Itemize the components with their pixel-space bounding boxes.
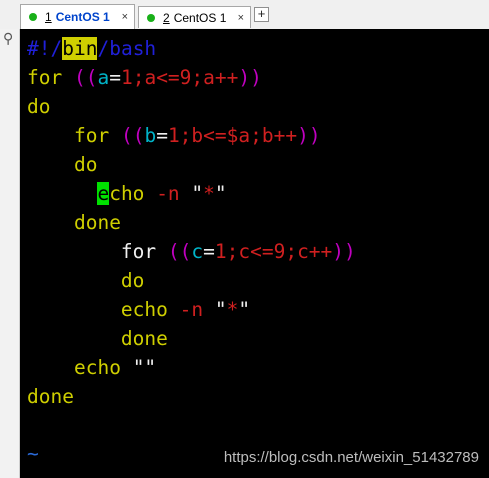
green-dot-icon bbox=[147, 13, 155, 22]
quote: " bbox=[191, 182, 204, 205]
variable: b bbox=[144, 124, 157, 147]
loop-expr: 1;a<=9;a++ bbox=[120, 66, 239, 89]
editor-line-13: done bbox=[27, 385, 74, 408]
keyword: for bbox=[73, 124, 110, 147]
editor-line-7: done bbox=[27, 208, 121, 237]
keyword: done bbox=[73, 211, 121, 234]
editor-line-5: do bbox=[27, 150, 97, 179]
string: * bbox=[226, 298, 239, 321]
command: echo bbox=[120, 298, 168, 321]
editor-line-6: echo -n "*" bbox=[27, 179, 227, 208]
editor-line-1: #!/bin/bash bbox=[27, 34, 156, 63]
operator: = bbox=[156, 124, 168, 147]
editor-line-9: do bbox=[27, 266, 144, 295]
paren-close: )) bbox=[297, 124, 321, 147]
add-tab-button[interactable]: + bbox=[254, 7, 269, 22]
side-toolbar: ⚲ bbox=[0, 29, 20, 478]
quote: " bbox=[214, 298, 227, 321]
option: -n bbox=[179, 298, 204, 321]
operator: = bbox=[203, 240, 215, 263]
search-highlight: bin bbox=[62, 37, 98, 60]
quote: " bbox=[214, 182, 227, 205]
tab-bar: 1 CentOS 1 × 2 CentOS 1 × + bbox=[0, 0, 489, 30]
paren-open: (( bbox=[120, 124, 145, 147]
loop-expr: 1;c<=9;c++ bbox=[214, 240, 333, 263]
option: -n bbox=[156, 182, 180, 205]
editor-line-3: do bbox=[27, 95, 51, 118]
string: * bbox=[203, 182, 215, 205]
keyword: done bbox=[120, 327, 168, 350]
keyword: do bbox=[120, 269, 145, 292]
variable: a bbox=[97, 66, 110, 89]
editor-line-2: for ((a=1;a<=9;a++)) bbox=[27, 63, 262, 92]
loop-expr: 1;b<=$a;b++ bbox=[167, 124, 298, 147]
command: cho bbox=[109, 182, 145, 205]
tab-centos-1[interactable]: 1 CentOS 1 × bbox=[20, 4, 135, 29]
tab-centos-2[interactable]: 2 CentOS 1 × bbox=[138, 6, 251, 28]
tab-number: 2 bbox=[163, 10, 170, 25]
paren-close: )) bbox=[332, 240, 356, 263]
paren-open: (( bbox=[73, 66, 98, 89]
editor-line-12: echo "" bbox=[27, 353, 156, 382]
editor-line-10: echo -n "*" bbox=[27, 295, 250, 324]
tab-label: CentOS 1 bbox=[55, 10, 110, 24]
close-icon[interactable]: × bbox=[122, 11, 128, 23]
shebang-suffix: /bash bbox=[97, 37, 157, 60]
keyword: for bbox=[120, 240, 157, 263]
search-icon[interactable]: ⚲ bbox=[3, 31, 13, 47]
watermark: https://blog.csdn.net/weixin_51432789 bbox=[223, 449, 479, 466]
tab-number: 1 bbox=[45, 10, 52, 24]
string: "" bbox=[132, 356, 157, 379]
terminal-editor[interactable]: #!/bin/bash for ((a=1;a<=9;a++)) do for … bbox=[20, 29, 489, 478]
shebang-prefix: #!/ bbox=[27, 37, 63, 60]
empty-line-tilde: ~ bbox=[27, 442, 39, 465]
close-icon[interactable]: × bbox=[238, 12, 244, 24]
tab-label: CentOS 1 bbox=[173, 10, 227, 25]
keyword: do bbox=[73, 153, 98, 176]
text-cursor: e bbox=[97, 182, 110, 205]
editor-line-4: for ((b=1;b<=$a;b++)) bbox=[27, 121, 321, 150]
variable: c bbox=[191, 240, 204, 263]
operator: = bbox=[109, 66, 121, 89]
quote: " bbox=[238, 298, 251, 321]
editor-line-8: for ((c=1;c<=9;c++)) bbox=[27, 237, 356, 266]
command: echo bbox=[73, 356, 121, 379]
green-dot-icon bbox=[29, 13, 37, 21]
editor-line-11: done bbox=[27, 324, 168, 353]
keyword: for bbox=[27, 66, 63, 89]
paren-close: )) bbox=[238, 66, 262, 89]
paren-open: (( bbox=[167, 240, 192, 263]
